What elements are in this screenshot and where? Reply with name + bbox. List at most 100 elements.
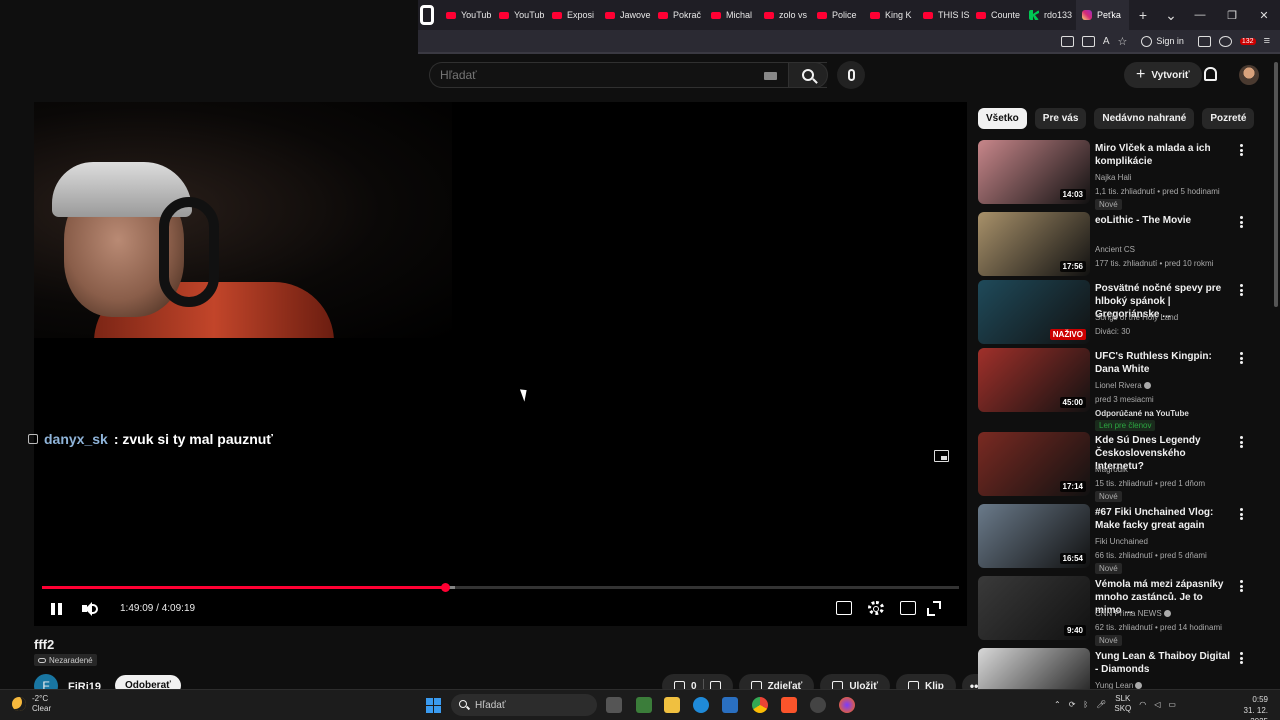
bluetooth-icon[interactable]: ᛒ <box>1083 700 1088 709</box>
recommendation-title[interactable]: Miro Vlček a mlada a ich komplikácie <box>1095 142 1231 168</box>
translate-icon[interactable]: A <box>1103 36 1110 47</box>
volume-tray-icon[interactable]: ◁ <box>1154 700 1160 709</box>
recommendation-channel[interactable]: Songs of the Holy Land <box>1095 311 1178 324</box>
video-thumbnail[interactable]: NAŽIVO <box>978 280 1090 344</box>
extensions-icon[interactable] <box>1197 35 1211 47</box>
recommendation-item[interactable]: 17:56 eoLithic - The Movie Ancient CS 177 t… <box>978 212 1248 278</box>
download-icon[interactable] <box>1081 35 1095 47</box>
theater-mode-icon[interactable] <box>900 601 916 615</box>
chip-watched[interactable]: Pozreté <box>1202 108 1255 129</box>
video-thumbnail[interactable]: 9:40 <box>978 576 1090 640</box>
progress-bar[interactable] <box>42 583 959 592</box>
browser-tab[interactable]: Peťka <box>1076 0 1129 30</box>
more-options-icon[interactable] <box>1240 144 1243 156</box>
browser-tab[interactable]: Exposi <box>546 0 599 30</box>
chip-for-you[interactable]: Pre vás <box>1034 108 1087 129</box>
microphone-tray-icon[interactable]: 🎤︎ <box>1096 700 1106 709</box>
photos-icon[interactable] <box>722 697 738 713</box>
search-input[interactable] <box>430 63 750 87</box>
task-view-icon[interactable] <box>606 697 622 713</box>
recommendation-title[interactable]: eoLithic - The Movie <box>1095 214 1231 227</box>
weather-widget[interactable]: -2°C Clear <box>12 694 51 714</box>
browser-tab[interactable]: Michal <box>705 0 758 30</box>
recommendation-title[interactable]: #67 Fiki Unchained Vlog: Make facky grea… <box>1095 506 1231 532</box>
recommendation-item[interactable]: 17:14 Kde Sú Dnes Legendy Československéh… <box>978 432 1248 502</box>
browser-tab[interactable]: King K <box>864 0 917 30</box>
browser-tab[interactable]: Counte <box>970 0 1023 30</box>
chip-all[interactable]: Všetko <box>978 108 1027 129</box>
browser-tab[interactable]: rdo133 <box>1023 0 1076 30</box>
browser-tab[interactable]: Jawove <box>599 0 652 30</box>
clock[interactable]: 0:59 31. 12. 2025 <box>1224 694 1268 720</box>
browser-tab[interactable]: THIS IS <box>917 0 970 30</box>
recommendation-item[interactable]: 16:54 #67 Fiki Unchained Vlog: Make facky… <box>978 504 1248 574</box>
pause-button[interactable] <box>51 603 62 615</box>
recommendation-channel[interactable]: CNN Prima NEWS <box>1095 607 1171 620</box>
sync-icon[interactable]: ⟳ <box>1069 700 1076 709</box>
settings-gear-icon[interactable] <box>868 601 884 615</box>
picture-in-picture-icon[interactable] <box>1060 35 1074 47</box>
recommendation-channel[interactable]: Ancient CS <box>1095 243 1135 256</box>
video-thumbnail[interactable]: 17:56 <box>978 212 1090 276</box>
language-indicator[interactable]: SLK SKQ <box>1114 694 1131 714</box>
browser-tab[interactable]: Pokrač <box>652 0 705 30</box>
recommendation-title[interactable]: UFC's Ruthless Kingpin: Dana White <box>1095 350 1231 376</box>
fullscreen-icon-corner[interactable] <box>927 608 935 616</box>
scrollbar[interactable] <box>1274 62 1278 307</box>
video-thumbnail[interactable]: 14:03 <box>978 140 1090 204</box>
windows-start-icon[interactable] <box>426 698 441 713</box>
notifications-bell-icon[interactable] <box>1204 67 1217 81</box>
video-thumbnail[interactable]: 17:14 <box>978 432 1090 496</box>
store-icon[interactable] <box>636 697 652 713</box>
browser-tab[interactable]: Police <box>811 0 864 30</box>
recommendation-channel[interactable]: Lionel Rivera <box>1095 379 1151 392</box>
browser-menu-icon[interactable] <box>420 5 434 25</box>
video-player[interactable]: danyx_sk : zvuk si ty mal pauznuť 1:49:0… <box>28 102 967 626</box>
create-button[interactable]: + Vytvoriť <box>1124 62 1202 88</box>
volume-button[interactable] <box>82 602 98 616</box>
user-avatar[interactable] <box>1239 65 1259 85</box>
recommendation-channel[interactable]: Magrodik <box>1095 463 1128 476</box>
recommendation-title[interactable]: Yung Lean & Thaiboy Digital - Diamonds <box>1095 650 1231 676</box>
chip-recently-uploaded[interactable]: Nedávno nahrané <box>1094 108 1195 129</box>
miniplayer-icon[interactable] <box>934 450 949 462</box>
video-thumbnail[interactable]: 45:00 <box>978 348 1090 412</box>
more-options-icon[interactable] <box>1240 216 1243 228</box>
maximize-button[interactable]: ❐ <box>1216 0 1248 30</box>
more-options-icon[interactable] <box>1240 436 1243 448</box>
battery-icon[interactable]: ▭ <box>1168 700 1176 709</box>
recommendation-item[interactable]: NAŽIVO Posvätné nočné spevy pre hlboký sp… <box>978 280 1248 346</box>
steam-icon[interactable] <box>810 697 826 713</box>
progress-scrubber[interactable] <box>441 583 451 592</box>
more-options-icon[interactable] <box>1240 580 1243 592</box>
recommendation-channel[interactable]: Najka Hali <box>1095 171 1131 184</box>
keyboard-icon[interactable] <box>764 72 777 80</box>
minimize-button[interactable]: — <box>1184 0 1216 30</box>
video-thumbnail[interactable]: 16:54 <box>978 504 1090 568</box>
taskbar-search[interactable]: Hľadať <box>451 694 597 716</box>
extension-badge[interactable]: 132 <box>1239 37 1256 45</box>
recommendation-channel[interactable]: Fiki Unchained <box>1095 535 1148 548</box>
more-options-icon[interactable] <box>1240 652 1243 664</box>
new-tab-button[interactable]: + <box>1129 7 1157 23</box>
sign-in-button[interactable]: Sign in <box>1141 35 1184 47</box>
recommendation-item[interactable]: 14:03 Miro Vlček a mlada a ich komplikáci… <box>978 140 1248 210</box>
browser-tab[interactable]: zolo vs <box>758 0 811 30</box>
browser-tab[interactable]: YouTub <box>440 0 493 30</box>
more-options-icon[interactable] <box>1240 508 1243 520</box>
recommendation-item[interactable]: 45:00 UFC's Ruthless Kingpin: Dana White L… <box>978 348 1248 431</box>
category-badge[interactable]: Nezaradené <box>34 654 97 666</box>
wifi-icon[interactable]: ◠ <box>1139 700 1146 709</box>
more-options-icon[interactable] <box>1240 284 1243 296</box>
voice-search-button[interactable] <box>837 61 865 89</box>
tab-list-chevron-icon[interactable]: ⌄ <box>1157 7 1185 24</box>
more-options-icon[interactable] <box>1240 352 1243 364</box>
subtitles-icon[interactable] <box>836 601 852 615</box>
brave-icon[interactable] <box>781 697 797 713</box>
close-button[interactable]: ✕ <box>1248 0 1280 30</box>
recommendation-item[interactable]: 9:40 Vémola má mezi zápasníky mnoho zastá… <box>978 576 1248 646</box>
chrome-icon[interactable] <box>752 697 768 713</box>
search-button[interactable] <box>788 62 828 88</box>
tray-chevron-icon[interactable]: ⌃ <box>1054 700 1061 709</box>
browser-tab[interactable]: YouTub <box>493 0 546 30</box>
